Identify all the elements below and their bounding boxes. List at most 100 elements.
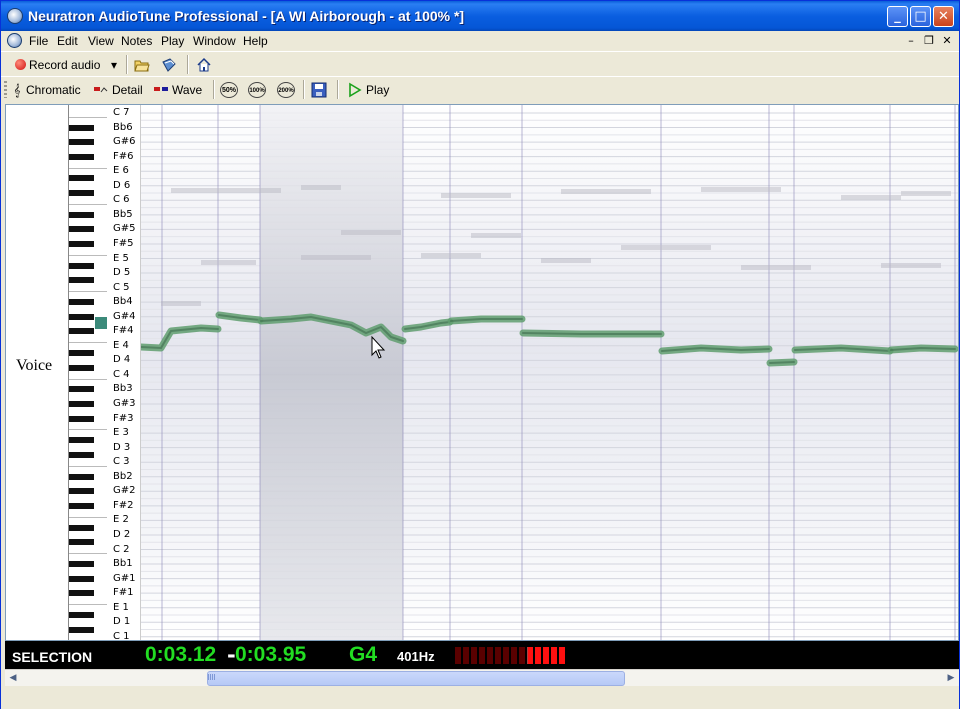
black-key[interactable] xyxy=(69,451,94,458)
open-button[interactable] xyxy=(134,55,150,74)
scroll-right-icon[interactable]: ▶ xyxy=(943,670,959,686)
zoom-100-icon: 100% xyxy=(248,81,266,98)
black-key[interactable] xyxy=(69,561,94,568)
chevron-down-icon: ▾ xyxy=(111,57,118,72)
menu-edit[interactable]: Edit xyxy=(57,34,78,48)
black-key[interactable] xyxy=(69,364,94,371)
note-label: E 5 xyxy=(113,252,129,264)
record-audio-button[interactable]: Record audio xyxy=(15,55,100,74)
black-key[interactable] xyxy=(69,226,94,233)
pitch-grid[interactable] xyxy=(141,105,959,641)
black-key[interactable] xyxy=(69,328,94,335)
note-label: F#2 xyxy=(113,499,134,511)
open-recent-button[interactable] xyxy=(161,55,177,74)
meter-segment xyxy=(535,647,541,664)
note-label: D 2 xyxy=(113,528,131,540)
record-dropdown-button[interactable]: ▾ xyxy=(111,55,117,74)
selection-status-bar: SELECTION 0:03.12 - 0:03.95 G4 401Hz xyxy=(5,641,959,669)
black-key[interactable] xyxy=(69,611,94,618)
menu-file[interactable]: File xyxy=(29,34,48,48)
black-key[interactable] xyxy=(69,139,94,146)
note-label: E 1 xyxy=(113,601,129,613)
zoom-100-button[interactable]: 100% xyxy=(248,80,266,99)
save-button[interactable] xyxy=(311,80,327,99)
black-key[interactable] xyxy=(69,590,94,597)
toolbar-separator xyxy=(126,55,128,74)
piano-keyboard[interactable] xyxy=(68,105,108,640)
black-key[interactable] xyxy=(69,473,94,480)
meter-segment xyxy=(543,647,549,664)
play-button[interactable]: Play xyxy=(347,80,389,99)
black-key[interactable] xyxy=(69,626,94,633)
mdi-minimize-button[interactable]: – xyxy=(904,34,918,47)
app-globe-icon[interactable] xyxy=(7,8,23,24)
meter-segment xyxy=(463,647,469,664)
note-label: G#1 xyxy=(113,572,136,584)
black-key[interactable] xyxy=(69,240,94,247)
record-icon xyxy=(15,59,26,70)
note-label: D 4 xyxy=(113,354,131,366)
meter-segment xyxy=(487,647,493,664)
wave-button[interactable]: Wave xyxy=(153,80,202,99)
black-key[interactable] xyxy=(69,401,94,407)
document-globe-icon[interactable] xyxy=(7,33,22,48)
harmonic-trace xyxy=(301,255,371,260)
black-key[interactable] xyxy=(69,175,94,182)
wave-icon xyxy=(154,86,168,91)
black-key[interactable] xyxy=(69,502,94,509)
home-button[interactable] xyxy=(196,55,212,74)
close-button[interactable]: ✕ xyxy=(933,6,954,27)
black-key[interactable] xyxy=(69,575,94,582)
black-key[interactable] xyxy=(69,524,94,531)
black-key[interactable] xyxy=(69,313,94,320)
detail-button[interactable]: Detail xyxy=(93,80,143,99)
scroll-thumb[interactable] xyxy=(207,671,625,686)
menu-view[interactable]: View xyxy=(88,34,114,48)
harmonic-trace xyxy=(741,265,811,270)
black-key[interactable] xyxy=(69,190,94,197)
horizontal-scrollbar[interactable]: ◀ ▶ xyxy=(5,669,959,686)
home-icon xyxy=(197,57,211,71)
pitch-editor[interactable]: Voice C 7 Bb6 G#6 F#6 E 6 D 6 C 6 Bb5 G#5 F#5 E 5 D… xyxy=(5,104,959,641)
maximize-button[interactable]: □ xyxy=(910,6,931,27)
menu-window[interactable]: Window xyxy=(193,34,236,48)
chromatic-button[interactable]: 𝄞 Chromatic xyxy=(11,80,80,99)
active-key-highlight xyxy=(95,317,107,329)
note-label: Bb6 xyxy=(113,121,133,133)
mdi-restore-button[interactable]: ❐ xyxy=(922,34,936,47)
black-key[interactable] xyxy=(69,211,94,218)
title-bar[interactable]: Neuratron AudioTune Professional - [A WI… xyxy=(1,1,959,31)
mdi-close-button[interactable]: ✕ xyxy=(940,34,954,47)
zoom-50-button[interactable]: 50% xyxy=(220,80,238,99)
black-key[interactable] xyxy=(69,539,94,546)
black-key[interactable] xyxy=(69,153,94,160)
black-key[interactable] xyxy=(69,415,94,422)
harmonic-trace xyxy=(421,253,481,258)
black-key[interactable] xyxy=(69,437,94,444)
black-key[interactable] xyxy=(69,299,94,306)
menu-play[interactable]: Play xyxy=(161,34,184,48)
menu-help[interactable]: Help xyxy=(243,34,268,48)
black-key[interactable] xyxy=(69,277,94,284)
toolbar-separator xyxy=(337,80,339,99)
black-key[interactable] xyxy=(69,350,94,357)
note-label: G#6 xyxy=(113,136,136,148)
black-key[interactable] xyxy=(69,124,94,131)
black-key[interactable] xyxy=(69,488,94,495)
scroll-left-icon[interactable]: ◀ xyxy=(5,670,21,686)
black-key[interactable] xyxy=(69,386,94,393)
note-name-column: C 7 Bb6 G#6 F#6 E 6 D 6 C 6 Bb5 G#5 F#5 E 5 D 5 C 5 B… xyxy=(107,105,141,640)
minimize-button[interactable]: _ xyxy=(887,6,908,27)
open-folder-icon xyxy=(134,60,150,71)
menu-notes[interactable]: Notes xyxy=(121,34,152,48)
meter-segment xyxy=(471,647,477,664)
zoom-50-icon: 50% xyxy=(220,81,238,98)
harmonic-trace xyxy=(471,233,521,238)
black-key[interactable] xyxy=(69,262,94,269)
toolbar-grip[interactable] xyxy=(4,81,7,98)
note-label: Bb4 xyxy=(113,296,133,308)
white-key-divider xyxy=(69,553,108,555)
floppy-disk-icon xyxy=(311,82,327,97)
zoom-200-button[interactable]: 200% xyxy=(277,80,295,99)
note-label: G#4 xyxy=(113,310,136,322)
